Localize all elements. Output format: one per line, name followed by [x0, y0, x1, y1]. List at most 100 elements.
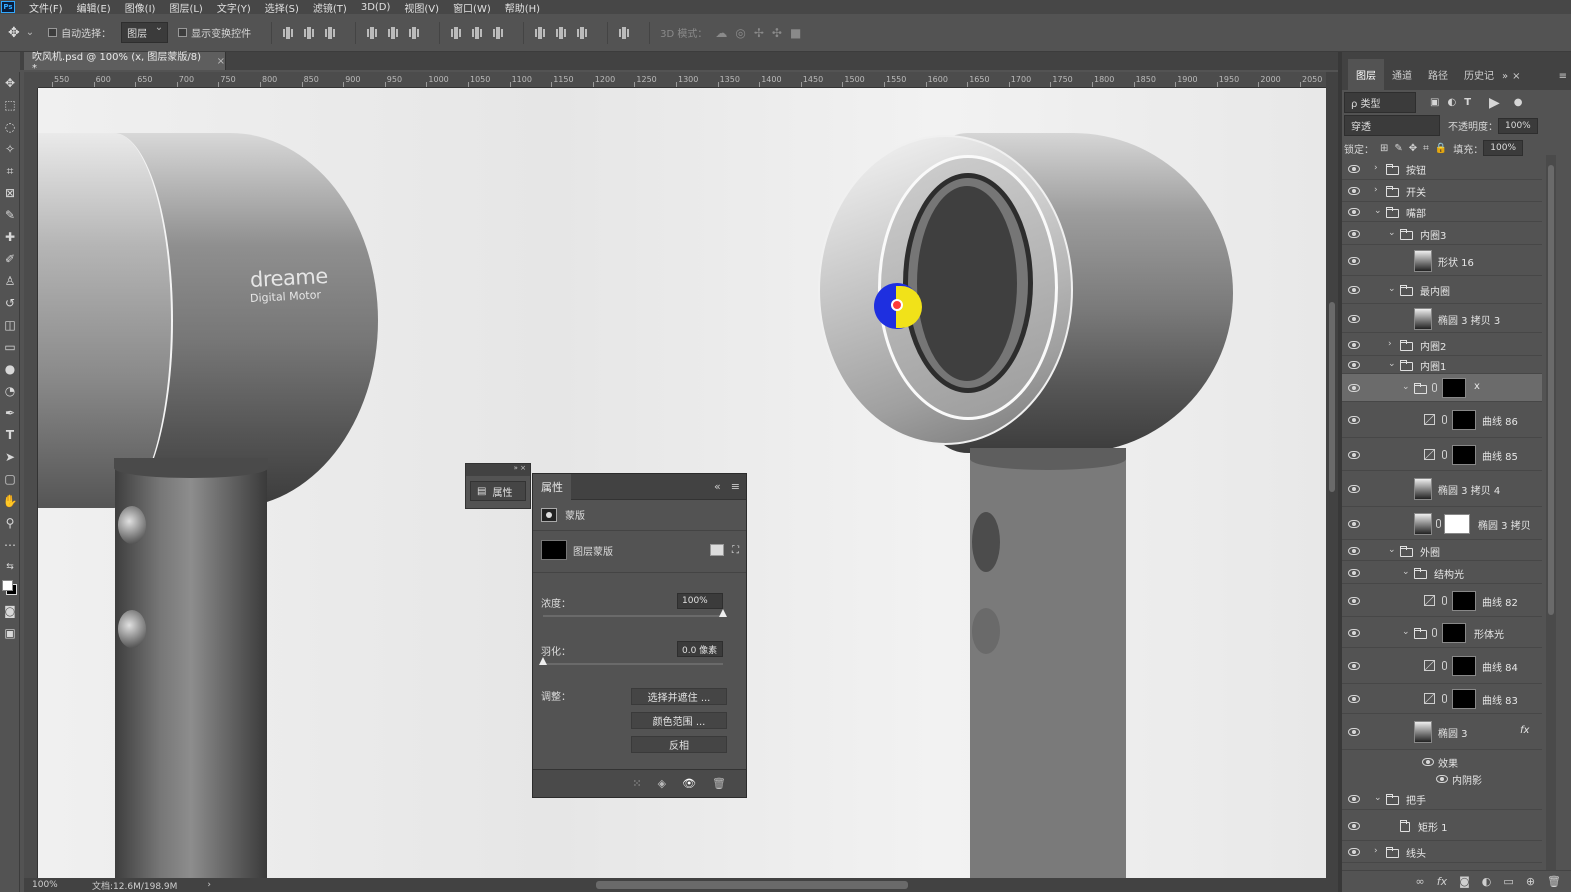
menu-file[interactable]: 文件(F) — [29, 0, 63, 15]
layer-thumbnail[interactable] — [1414, 249, 1432, 272]
mask-thumbnail[interactable] — [1452, 656, 1476, 676]
visibility-eye-icon[interactable] — [1348, 662, 1360, 670]
move-tool-icon[interactable]: ✥ — [0, 72, 20, 94]
collapse-arrow-icon[interactable]: ⌄ — [1388, 228, 1396, 238]
visibility-eye-icon[interactable] — [1348, 229, 1360, 238]
mask-thumbnail[interactable] — [1452, 689, 1476, 709]
mask-thumbnail[interactable] — [1452, 444, 1476, 465]
color-range-button[interactable]: 颜色范围 ... — [631, 712, 727, 729]
lock-artboard-icon[interactable]: ⌗ — [1423, 143, 1429, 154]
layer-row[interactable]: 内阴影 — [1342, 770, 1542, 788]
link-layers-icon[interactable]: ∞ — [1416, 875, 1425, 888]
swap-colors-icon[interactable]: ⇆ — [0, 556, 20, 578]
layer-row[interactable]: 效果 — [1342, 753, 1542, 770]
3d-pan-icon[interactable]: ✢ — [754, 26, 764, 40]
canvas-vertical-scrollbar[interactable] — [1326, 72, 1338, 878]
eyedropper-tool-icon[interactable]: ✎ — [0, 204, 20, 226]
scrollbar-thumb[interactable] — [1329, 302, 1335, 492]
mask-link-icon[interactable] — [1442, 661, 1447, 670]
tab-channels[interactable]: 通道 — [1384, 67, 1420, 90]
effect-visibility-eye-icon[interactable] — [1436, 775, 1448, 783]
select-and-mask-button[interactable]: 选择并遮住 ... — [631, 688, 727, 705]
layer-row[interactable]: 曲线 83 — [1342, 684, 1542, 714]
layer-row[interactable]: 曲线 84 — [1342, 648, 1542, 684]
distribute-right-icon[interactable] — [576, 26, 588, 39]
align-top-icon[interactable] — [282, 26, 294, 39]
layer-row[interactable]: 形状 16 — [1342, 245, 1542, 276]
collapse-arrow-icon[interactable]: ⌄ — [1374, 206, 1382, 216]
apply-mask-icon[interactable]: ◈ — [658, 777, 666, 790]
lock-all-icon[interactable]: 🔒 — [1435, 143, 1447, 154]
more-tools-icon[interactable]: ⋯ — [0, 534, 20, 556]
filter-switch-icon[interactable]: ● — [1514, 97, 1523, 108]
visibility-eye-icon[interactable] — [1348, 728, 1360, 736]
stamp-tool-icon[interactable]: ♙ — [0, 270, 20, 292]
layers-scrollbar[interactable] — [1546, 155, 1556, 870]
brush-tool-icon[interactable]: ✐ — [0, 248, 20, 270]
properties-panel-button[interactable]: ▤ 属性 — [470, 481, 526, 501]
zoom-tool-icon[interactable]: ⚲ — [0, 512, 20, 534]
visibility-eye-icon[interactable] — [1348, 165, 1360, 173]
lock-transparent-icon[interactable]: ⊞ — [1380, 143, 1388, 154]
mask-thumbnail[interactable] — [541, 540, 567, 560]
menu-type[interactable]: 文字(Y) — [217, 0, 251, 15]
document-tab[interactable]: 吹风机.psd @ 100% (x, 图层蒙版/8) * × — [24, 52, 226, 74]
magic-wand-tool-icon[interactable]: ✧ — [0, 138, 20, 160]
visibility-eye-icon[interactable] — [1348, 286, 1360, 294]
close-panel-icon[interactable]: × — [1512, 71, 1528, 90]
feather-slider[interactable] — [539, 657, 723, 665]
visibility-eye-icon[interactable] — [1348, 546, 1360, 555]
status-menu-arrow-icon[interactable]: › — [207, 880, 211, 890]
align-vcenter-icon[interactable] — [303, 26, 315, 39]
collapse-arrow-icon[interactable]: ⌄ — [1388, 284, 1396, 294]
delete-mask-icon[interactable]: 🗑 — [712, 777, 726, 790]
close-tab-icon[interactable]: × — [217, 56, 225, 67]
visibility-eye-icon[interactable] — [1348, 416, 1360, 424]
layer-row[interactable]: › 开关 — [1342, 180, 1542, 202]
visibility-eye-icon[interactable] — [1348, 384, 1360, 392]
layer-thumbnail[interactable] — [1414, 512, 1432, 535]
mask-thumbnail[interactable] — [1452, 410, 1476, 430]
hand-tool-icon[interactable]: ✋ — [0, 490, 20, 512]
layer-row[interactable]: 曲线 82 — [1342, 584, 1542, 617]
layer-row[interactable]: ⌄ x — [1342, 374, 1542, 402]
visibility-eye-icon[interactable] — [1348, 628, 1360, 637]
mask-thumbnail[interactable] — [1444, 513, 1470, 534]
mask-link-icon[interactable] — [1442, 415, 1447, 424]
layer-row[interactable]: 曲线 85 — [1342, 438, 1542, 471]
auto-select-dropdown[interactable]: 图层 — [121, 22, 169, 43]
layer-row[interactable]: ⌄ 结构光 — [1342, 561, 1542, 584]
layer-style-icon[interactable]: fx — [1437, 875, 1447, 888]
mask-link-icon[interactable] — [1432, 627, 1437, 637]
add-mask-icon[interactable]: ◙ — [1459, 875, 1470, 888]
invert-button[interactable]: 反相 — [631, 736, 727, 753]
layer-row[interactable]: ⌄ 外圈 — [1342, 540, 1542, 561]
visibility-eye-icon[interactable] — [1348, 361, 1360, 369]
history-brush-tool-icon[interactable]: ↺ — [0, 292, 20, 314]
3d-orbit-icon[interactable]: ☁ — [715, 26, 727, 40]
dodge-tool-icon[interactable]: ◔ — [0, 380, 20, 402]
auto-select-checkbox[interactable]: 自动选择： — [48, 25, 111, 40]
layer-row[interactable]: › 内圈2 — [1342, 333, 1542, 356]
collapse-panel-icon[interactable]: « — [714, 480, 721, 493]
layer-effects-icon[interactable]: fx — [1520, 725, 1529, 736]
auto-align-icon[interactable] — [618, 26, 630, 39]
layer-thumbnail[interactable] — [1414, 721, 1432, 743]
color-swatches-icon[interactable] — [0, 578, 20, 600]
marquee-tool-icon[interactable]: ⬚ — [0, 94, 20, 116]
screen-mode-icon[interactable]: ▣ — [0, 622, 20, 644]
new-adjustment-layer-icon[interactable]: ◐ — [1482, 875, 1492, 888]
layer-row[interactable]: 椭圆 3 拷贝 4 — [1342, 471, 1542, 507]
canvas-horizontal-scrollbar[interactable] — [596, 881, 908, 889]
layer-row[interactable]: ⌄ 把手 — [1342, 788, 1542, 810]
collapse-arrow-icon[interactable]: ⌄ — [1402, 382, 1410, 392]
shape-tool-icon[interactable]: ▢ — [0, 468, 20, 490]
horizontal-ruler[interactable]: 550 600 650 700 750 800 850 900 950 1000 1050 1100 1… — [38, 72, 1328, 88]
delete-layer-icon[interactable]: 🗑 — [1547, 875, 1561, 888]
collapse-arrow-icon[interactable]: ⌄ — [1388, 545, 1396, 555]
mask-link-icon[interactable] — [1432, 383, 1437, 392]
blend-mode-dropdown[interactable]: 穿透 — [1344, 115, 1440, 136]
layer-row[interactable]: 椭圆 3 拷贝 — [1342, 507, 1542, 540]
layer-thumbnail[interactable] — [1414, 478, 1432, 500]
expand-arrow-icon[interactable]: › — [1374, 163, 1378, 173]
